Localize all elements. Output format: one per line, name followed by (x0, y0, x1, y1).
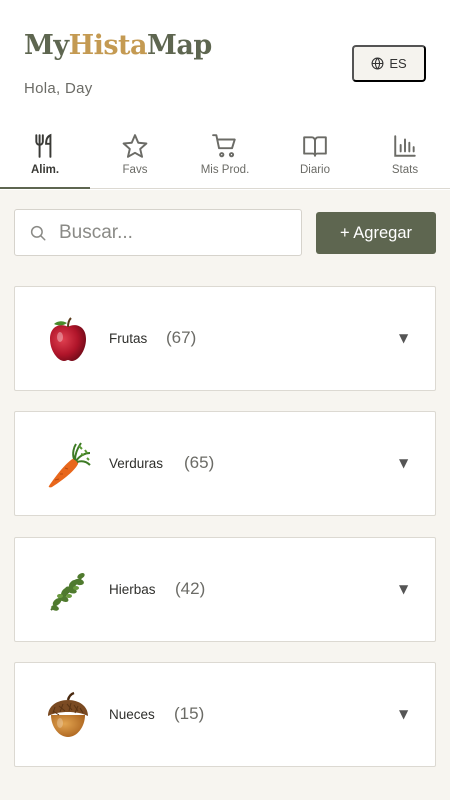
category-hierbas[interactable]: Hierbas (42) ▼ (14, 537, 436, 642)
tab-label: Mis Prod. (200, 164, 250, 176)
acorn-icon (48, 691, 88, 737)
chevron-down-icon[interactable]: ▼ (399, 456, 408, 470)
category-count: (67) (166, 328, 197, 347)
tab-label: Diario (299, 164, 331, 176)
search-icon (30, 225, 46, 240)
category-nueces[interactable]: Nueces (15) ▼ (14, 662, 436, 767)
star-icon (122, 134, 148, 158)
tab-mis-prod[interactable]: Mis Prod. (180, 128, 270, 188)
herb-icon (50, 573, 85, 611)
tab-diario[interactable]: Diario (270, 128, 360, 188)
language-button[interactable]: ES (352, 45, 426, 82)
language-label: ES (389, 56, 407, 71)
tab-label: Alim. (30, 164, 60, 176)
chevron-down-icon[interactable]: ▼ (399, 582, 408, 596)
category-name: Nueces (109, 707, 155, 722)
category-name: Verduras (109, 456, 164, 471)
apple-icon (50, 317, 86, 361)
chevron-down-icon[interactable]: ▼ (399, 331, 408, 345)
category-frutas[interactable]: Frutas (67) ▼ (14, 286, 436, 391)
book-icon (303, 136, 327, 157)
category-verduras[interactable]: Verduras (65) ▼ (14, 411, 436, 516)
category-count: (65) (184, 453, 215, 472)
logo-part-hista: Hista (68, 30, 148, 61)
app-logo[interactable]: MyHistaMap (24, 30, 212, 61)
tab-alim[interactable]: Alim. (0, 128, 90, 189)
add-button[interactable]: + Agregar (316, 212, 436, 254)
main-tabs: Alim. Favs Mis Prod. Diario Stats (0, 128, 450, 189)
greeting-text: Hola, Day (24, 80, 93, 97)
search-box (14, 209, 302, 256)
category-count: (42) (175, 579, 206, 598)
bar-chart-icon (394, 135, 416, 157)
fork-knife-icon (35, 133, 52, 158)
globe-icon (371, 57, 384, 70)
category-count: (15) (174, 704, 205, 723)
tab-stats[interactable]: Stats (360, 128, 450, 188)
search-input[interactable] (59, 221, 279, 244)
category-name: Hierbas (109, 582, 156, 597)
tab-favs[interactable]: Favs (90, 128, 180, 188)
tab-label: Favs (122, 164, 148, 176)
app-header: MyHistaMap Hola, Day ES Alim. Favs Mis P… (0, 0, 450, 190)
carrot-icon (48, 442, 91, 488)
logo-part-map: Map (147, 30, 212, 61)
cart-icon (212, 134, 236, 158)
tab-label: Stats (391, 164, 419, 176)
logo-part-my: My (24, 30, 69, 61)
chevron-down-icon[interactable]: ▼ (399, 707, 408, 721)
category-name: Frutas (109, 331, 148, 346)
